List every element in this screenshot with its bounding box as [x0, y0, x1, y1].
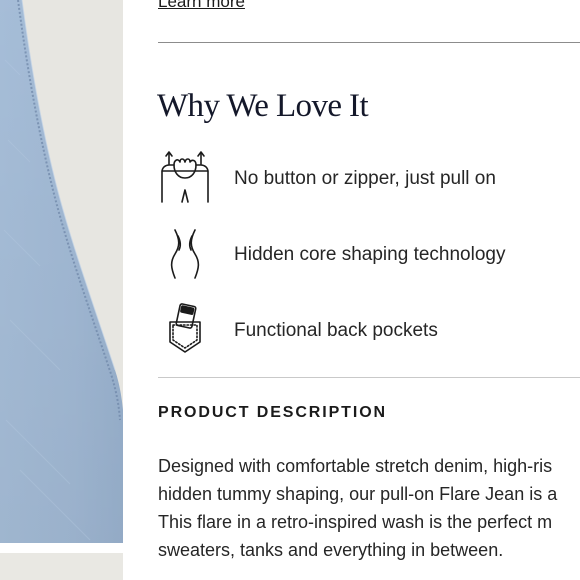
feature-item-back-pockets: Functional back pockets	[158, 302, 578, 362]
section-divider	[158, 42, 580, 43]
product-details-page: Learn more Why We Love It No button or z…	[0, 0, 580, 580]
feature-item-core-shaping: Hidden core shaping technology	[158, 226, 578, 286]
learn-more-link[interactable]: Learn more	[158, 0, 245, 10]
description-line: Designed with comfortable stretch denim,…	[158, 456, 553, 476]
product-description-heading[interactable]: PRODUCT DESCRIPTION	[158, 404, 387, 422]
description-line: This flare in a retro-inspired wash is t…	[158, 512, 553, 532]
back-pocket-icon	[158, 302, 212, 358]
pull-on-waistband-icon	[158, 150, 212, 206]
denim-flare-jean-photo	[0, 0, 123, 543]
description-line: hidden tummy shaping, our pull-on Flare …	[158, 484, 558, 504]
feature-label: Functional back pockets	[234, 320, 438, 341]
section-divider	[158, 377, 580, 378]
image-gap	[0, 543, 123, 553]
feature-item-pull-on: No button or zipper, just pull on	[158, 150, 578, 210]
core-shaping-icon	[158, 226, 212, 282]
feature-label: No button or zipper, just pull on	[234, 168, 496, 189]
why-we-love-it-title: Why We Love It	[157, 88, 369, 124]
feature-label: Hidden core shaping technology	[234, 244, 506, 265]
product-image[interactable]	[0, 0, 123, 543]
next-product-image[interactable]	[0, 553, 123, 580]
product-description-text: Designed with comfortable stretch denim,…	[158, 452, 580, 564]
description-line: sweaters, tanks and everything in betwee…	[158, 540, 504, 560]
